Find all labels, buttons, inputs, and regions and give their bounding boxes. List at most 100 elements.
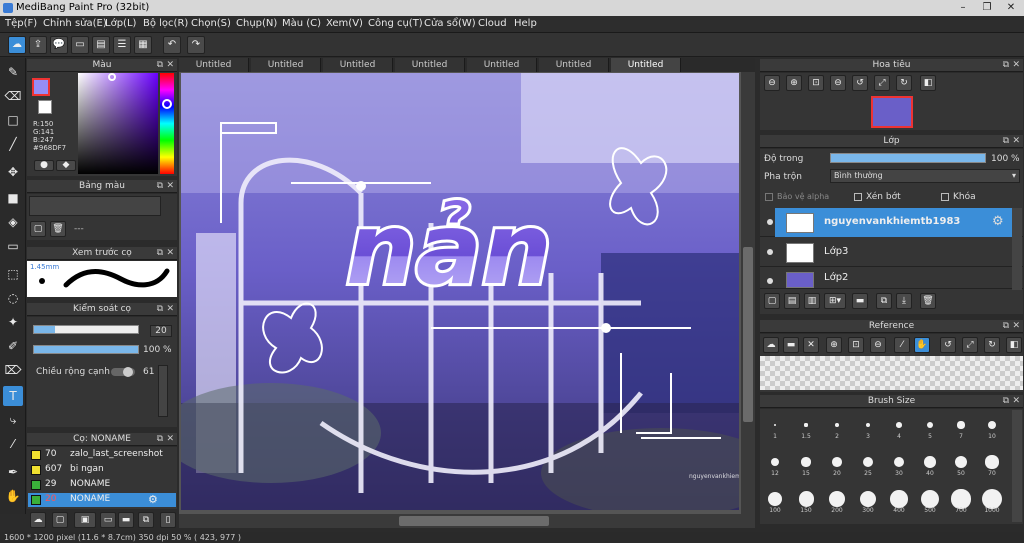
vertical-scrollbar[interactable] [741, 72, 755, 514]
menu-file[interactable]: Tệp(F) [5, 18, 37, 29]
close-icon[interactable]: ✕ [1012, 59, 1020, 72]
brush-size-option[interactable]: 15 [791, 449, 821, 477]
hue-slider[interactable] [160, 73, 174, 174]
menu-tools[interactable]: Công cụ(T) [368, 18, 423, 29]
eye-icon[interactable] [767, 249, 773, 255]
brush-size-scrollbar[interactable] [1012, 410, 1022, 522]
brush-folder-icon[interactable]: ▬ [118, 512, 134, 528]
float-icon[interactable]: ⧉ [1003, 320, 1009, 333]
list-icon[interactable]: ☰ [113, 36, 131, 54]
zoom-in-icon[interactable]: ⊕ [786, 75, 802, 91]
layer-row[interactable]: Lớp3 [760, 238, 1023, 267]
float-icon[interactable]: ⧉ [1003, 59, 1009, 72]
brush-opacity-slider[interactable] [33, 345, 139, 354]
operation-tool-icon[interactable]: ⤷ [3, 410, 23, 430]
brush-size-option[interactable]: 1000 [977, 486, 1007, 514]
brush-size-option[interactable]: 25 [853, 449, 883, 477]
eye-icon[interactable] [767, 219, 773, 225]
close-icon[interactable]: ✕ [166, 303, 174, 316]
brush-size-option[interactable]: 150 [791, 486, 821, 514]
tab-untitled[interactable]: Untitled [395, 58, 465, 72]
ref-zoom-in-icon[interactable]: ⊕ [826, 337, 842, 353]
list-item[interactable]: 70 zalo_last_screenshot [28, 448, 176, 462]
tab-untitled[interactable]: Untitled [467, 58, 537, 72]
horizontal-scrollbar[interactable] [179, 514, 755, 528]
palette-dropdown[interactable] [29, 196, 161, 216]
ref-fit-window-icon[interactable]: ⤢ [962, 337, 978, 353]
menu-view[interactable]: Xem(V) [326, 18, 363, 29]
ref-eyedropper-icon[interactable]: ⁄ [894, 337, 910, 353]
layer-delete-icon[interactable]: 🗑 [920, 293, 936, 309]
brush-size-option[interactable]: 3 [853, 412, 883, 440]
menu-filter[interactable]: Bộ lọc(R) [143, 18, 188, 29]
export-icon[interactable]: ⇪ [29, 36, 47, 54]
cloud-icon[interactable]: ☁ [8, 36, 26, 54]
horizontal-scroll-thumb[interactable] [399, 516, 549, 526]
speech-icon[interactable]: ▭ [71, 36, 89, 54]
hue-cursor[interactable] [162, 99, 172, 109]
fill-rect-tool-icon[interactable]: ■ [3, 188, 23, 208]
menu-select[interactable]: Chọn(S) [191, 18, 231, 29]
brush-size-option[interactable]: 700 [946, 486, 976, 514]
new-halftone-layer-icon[interactable]: ▤ [784, 293, 800, 309]
eraser-tool-icon[interactable]: ⌫ [3, 86, 23, 106]
tab-untitled[interactable]: Untitled [539, 58, 609, 72]
close-icon[interactable]: ✕ [1012, 395, 1020, 408]
new-layer-icon[interactable]: ▢ [764, 293, 780, 309]
fit-window-icon[interactable]: ⤢ [874, 75, 890, 91]
close-button[interactable]: ✕ [1000, 1, 1022, 15]
layer-folder-icon[interactable]: ▬ [852, 293, 868, 309]
brush-add-icon[interactable]: ☁ [30, 512, 46, 528]
layer-merge-icon[interactable]: ⤓ [896, 293, 912, 309]
brush-size-option[interactable]: 500 [915, 486, 945, 514]
brush-duplicate-icon[interactable]: ⧉ [138, 512, 154, 528]
ref-fit-icon[interactable]: ⊡ [848, 337, 864, 353]
line-tool-icon[interactable]: ╱ [3, 134, 23, 154]
menu-color[interactable]: Màu (C) [282, 18, 321, 29]
brush-size-option[interactable]: 40 [915, 449, 945, 477]
close-icon[interactable]: ✕ [166, 59, 174, 72]
brush-size-option[interactable]: 20 [822, 449, 852, 477]
color-swap-icon[interactable]: ◆ [56, 160, 76, 171]
pen-tool-icon[interactable]: ✒ [3, 462, 23, 482]
edge-width-knob[interactable] [123, 367, 133, 377]
tab-untitled-active[interactable]: Untitled [611, 58, 681, 72]
clipping-checkbox[interactable] [854, 193, 862, 201]
palette-delete-icon[interactable]: 🗑 [50, 221, 66, 237]
ref-flip-icon[interactable]: ◧ [1006, 337, 1022, 353]
brush-size-option[interactable]: 400 [884, 486, 914, 514]
float-icon[interactable]: ⧉ [1003, 395, 1009, 408]
list-item-selected[interactable]: 20 NONAME ⚙ [28, 493, 176, 507]
gear-icon[interactable]: ⚙ [992, 214, 1004, 229]
blend-mode-select[interactable]: Bình thường ▾ [830, 169, 1020, 183]
gradient-tool-icon[interactable]: ▭ [3, 236, 23, 256]
menu-capture[interactable]: Chụp(N) [236, 18, 277, 29]
select-pen-tool-icon[interactable]: ✐ [3, 336, 23, 356]
reference-canvas[interactable] [760, 356, 1023, 390]
edge-width-toggle[interactable] [111, 367, 135, 377]
brush-type-icon[interactable]: ▣ [74, 512, 96, 528]
brush-size-option[interactable]: 300 [853, 486, 883, 514]
lock-checkbox[interactable] [941, 193, 949, 201]
rotate-right-icon[interactable]: ↻ [896, 75, 912, 91]
primary-color-swatch[interactable] [32, 78, 50, 96]
protect-alpha-checkbox[interactable] [765, 193, 773, 201]
close-icon[interactable]: ✕ [166, 180, 174, 193]
layer-duplicate-icon[interactable]: ⧉ [876, 293, 892, 309]
minimize-button[interactable]: – [952, 1, 974, 15]
brush-size-option[interactable]: 100 [760, 486, 790, 514]
brush-edit-icon[interactable]: ▭ [100, 512, 116, 528]
bucket-tool-icon[interactable]: ◈ [3, 212, 23, 232]
comment-icon[interactable]: 💬 [50, 36, 68, 54]
sv-cursor[interactable] [108, 73, 116, 81]
brush-size-option[interactable]: 50 [946, 449, 976, 477]
menu-cloud[interactable]: Cloud [478, 18, 507, 29]
ref-rotate-right-icon[interactable]: ↻ [984, 337, 1000, 353]
zoom-out-icon[interactable]: ⊖ [764, 75, 780, 91]
select-tool-icon[interactable]: ⬚ [3, 264, 23, 284]
brush-size-option[interactable]: 5 [915, 412, 945, 440]
layer-row[interactable]: Lớp2 [760, 267, 1023, 289]
menu-edit[interactable]: Chỉnh sửa(E) [43, 18, 107, 29]
grid-icon[interactable]: ▦ [134, 36, 152, 54]
ref-zoom-out-icon[interactable]: ⊖ [870, 337, 886, 353]
